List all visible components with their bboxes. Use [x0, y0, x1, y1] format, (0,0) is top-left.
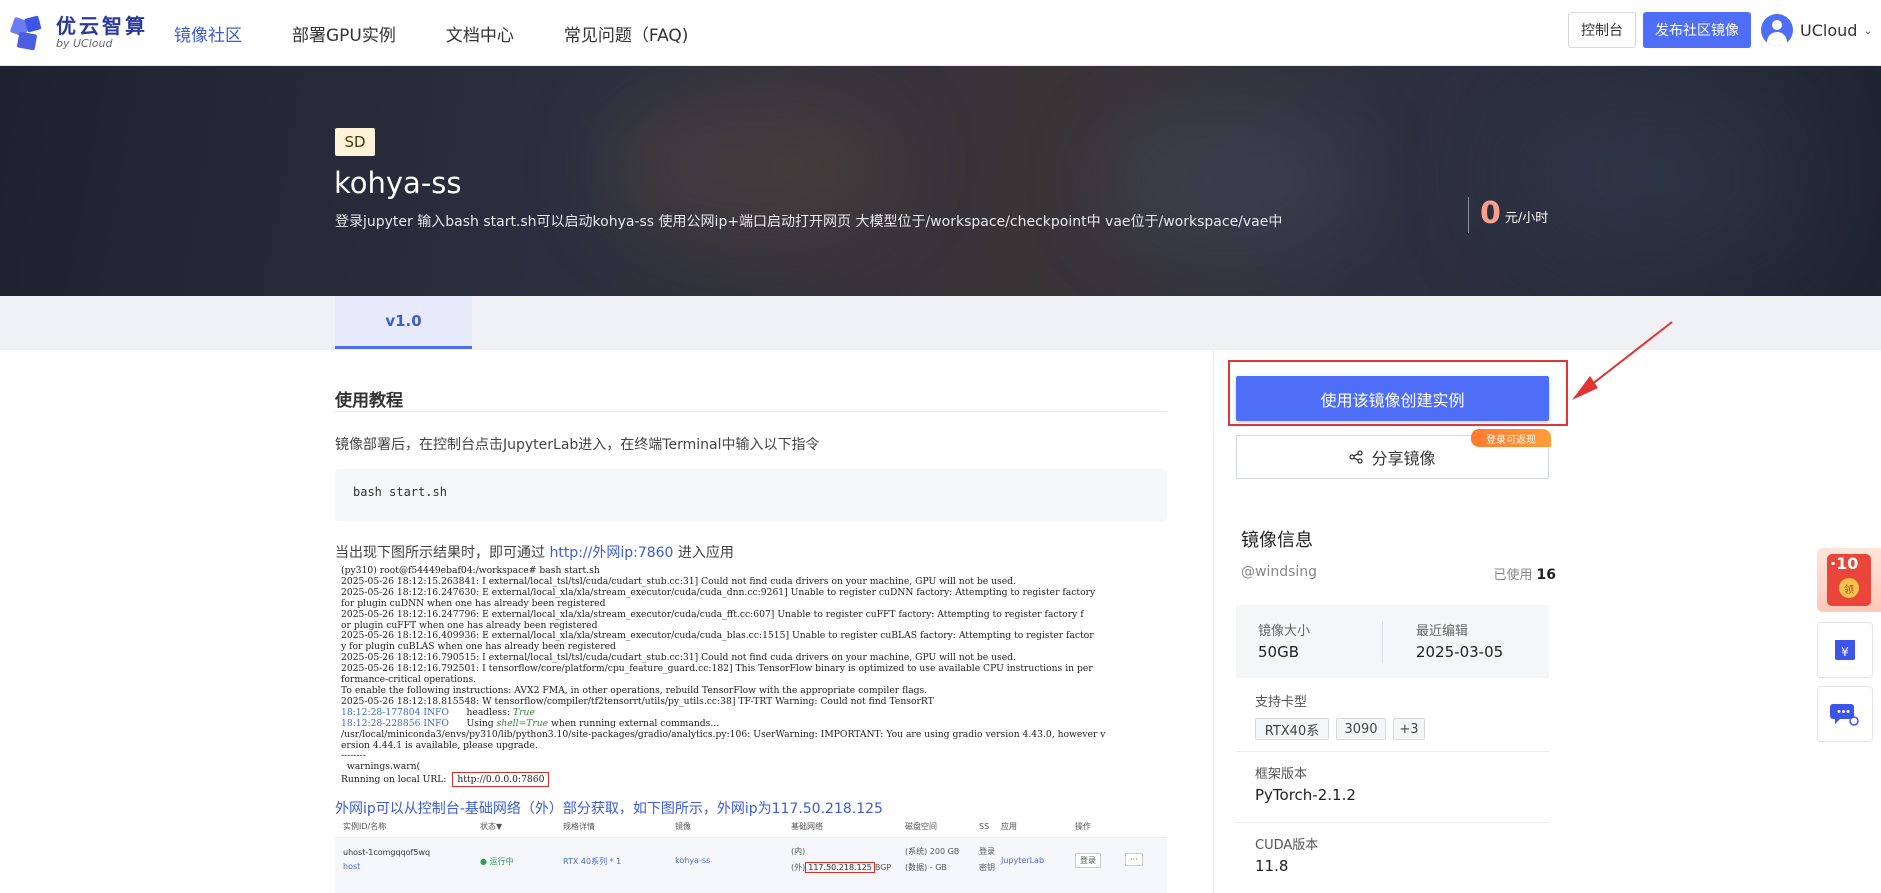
terminal-screenshot: (py310) root@f54449ebaf04:/workspace# ba… — [335, 562, 1167, 792]
access-link[interactable]: http://外网ip:7860 — [549, 545, 673, 561]
create-instance-button[interactable]: 使用该镜像创建实例 — [1236, 376, 1549, 421]
main-nav: 镜像社区 部署GPU实例 文档中心 常见问题（FAQ) — [174, 0, 738, 66]
price: 0 元/小时 — [1480, 196, 1548, 231]
chevron-down-icon: ⌄ — [1863, 23, 1873, 37]
console-table-header: 实例ID/名称 状态▼ 规格详情 镜像 基础网络 磁盘空间 SS 应用 操作 — [335, 816, 1167, 838]
user-name: UCloud — [1800, 20, 1858, 40]
main-content: 使用教程 镜像部署后，在控制台点击JupyterLab进入，在终端Termina… — [0, 350, 1881, 893]
console-button[interactable]: 控制台 — [1568, 12, 1636, 48]
svg-text:¥: ¥ — [1841, 645, 1849, 659]
image-title: kohya-ss — [334, 166, 462, 200]
logo-subtitle: by UCloud — [56, 37, 113, 50]
coupon-float[interactable]: ¥ — [1817, 622, 1873, 678]
gpu-chip: 3090 — [1336, 718, 1386, 740]
cashback-badge: 登录可返现 — [1471, 429, 1551, 447]
usage-count: 已使用 16 — [1493, 567, 1557, 583]
divider — [1236, 751, 1549, 752]
nav-docs[interactable]: 文档中心 — [446, 21, 514, 46]
price-value: 0 — [1480, 196, 1501, 231]
tutorial-step1: 镜像部署后，在控制台点击JupyterLab进入，在终端Terminal中输入以… — [335, 437, 820, 453]
tutorial-step3: 外网ip可以从控制台-基础网络（外）部分获取，如下图所示，外网ip为117.50… — [335, 801, 883, 817]
terminal-line: -------- — [341, 750, 366, 762]
price-unit: 元/小时 — [1504, 211, 1549, 226]
size-value: 50GB — [1258, 643, 1300, 661]
code-block[interactable]: bash start.sh — [335, 469, 1167, 521]
gpu-label: 支持卡型 — [1255, 695, 1308, 710]
coupon-icon: ¥ — [1835, 640, 1855, 660]
cuda-label: CUDA版本 — [1255, 838, 1319, 853]
user-menu[interactable]: UCloud ⌄ — [1761, 12, 1873, 48]
edit-value: 2025-03-05 — [1416, 643, 1504, 661]
promo-number: ·10 — [1830, 554, 1859, 573]
logo[interactable]: 优云智算 by UCloud — [9, 9, 150, 57]
publish-image-button[interactable]: 发布社区镜像 — [1643, 12, 1751, 48]
coin-icon: 领 — [1839, 578, 1859, 598]
hero-banner: SD kohya-ss 登录jupyter 输入bash start.sh可以启… — [0, 66, 1881, 296]
terminal-line: 2025-05-26 18:12:16.247796: E external/l… — [341, 608, 1084, 620]
terminal-line: for plugin cuDNN when one has already be… — [341, 597, 606, 609]
table-row: uhost-1comgqqof5wq host ● 运行中 RTX 40系列 *… — [335, 838, 1167, 893]
image-sidebar: 使用该镜像创建实例 分享镜像 登录可返现 镜像信息 @windsing 已使用 1… — [1213, 350, 1568, 893]
price-divider — [1468, 197, 1469, 233]
external-ip: 117.50.218.125 — [805, 862, 875, 873]
logo-icon — [9, 15, 46, 51]
share-icon — [1349, 450, 1364, 464]
image-description: 登录jupyter 输入bash start.sh可以启动kohya-ss 使用… — [335, 214, 1283, 230]
chat-icon — [1830, 704, 1859, 726]
terminal-line: Running on local URL: http://0.0.0.0:786… — [341, 772, 1161, 788]
annotation-arrow — [1572, 321, 1673, 400]
framework-label: 框架版本 — [1255, 767, 1308, 782]
author[interactable]: @windsing — [1241, 564, 1317, 580]
info-title: 镜像信息 — [1241, 530, 1313, 551]
edit-label: 最近编辑 — [1416, 624, 1469, 639]
running-url: http://0.0.0.0:7860 — [452, 772, 550, 788]
nav-faq[interactable]: 常见问题（FAQ) — [564, 21, 689, 46]
top-header: 优云智算 by UCloud 镜像社区 部署GPU实例 文档中心 常见问题（FA… — [0, 0, 1881, 66]
divider — [1236, 822, 1549, 823]
promo-float[interactable]: ·10 领 — [1817, 548, 1881, 612]
cuda-value: 11.8 — [1255, 857, 1289, 875]
nav-image-community[interactable]: 镜像社区 — [174, 21, 242, 46]
terminal-line: 18:12:28-228856 INFO Using shell=True wh… — [341, 717, 720, 729]
gpu-chip-more[interactable]: +3 — [1393, 718, 1425, 740]
share-label: 分享镜像 — [1371, 449, 1436, 468]
terminal-line: /usr/local/miniconda3/envs/py310/lib/pyt… — [341, 728, 1106, 740]
tutorial-section: 使用教程 镜像部署后，在控制台点击JupyterLab进入，在终端Termina… — [335, 350, 1167, 893]
avatar — [1761, 14, 1793, 46]
nav-deploy-gpu[interactable]: 部署GPU实例 — [292, 21, 396, 46]
divider — [335, 411, 1167, 412]
logo-title: 优云智算 — [56, 14, 148, 38]
info-box: 镜像大小 50GB 最近编辑 2025-03-05 — [1236, 605, 1549, 678]
console-screenshot: 实例ID/名称 状态▼ 规格详情 镜像 基础网络 磁盘空间 SS 应用 操作 u… — [335, 816, 1167, 893]
tab-v1-0[interactable]: v1.0 — [335, 296, 472, 349]
size-label: 镜像大小 — [1258, 624, 1311, 639]
category-tag: SD — [335, 128, 375, 156]
gpu-chip: RTX40系 — [1255, 718, 1329, 740]
tutorial-step2: 当出现下图所示结果时，即可通过 http://外网ip:7860 进入应用 — [335, 545, 734, 561]
framework-value: PyTorch-2.1.2 — [1255, 786, 1356, 804]
tutorial-title: 使用教程 — [335, 391, 403, 411]
terminal-line: ersion 4.44.1 is available, please upgra… — [341, 739, 538, 751]
chat-float[interactable] — [1817, 686, 1873, 742]
